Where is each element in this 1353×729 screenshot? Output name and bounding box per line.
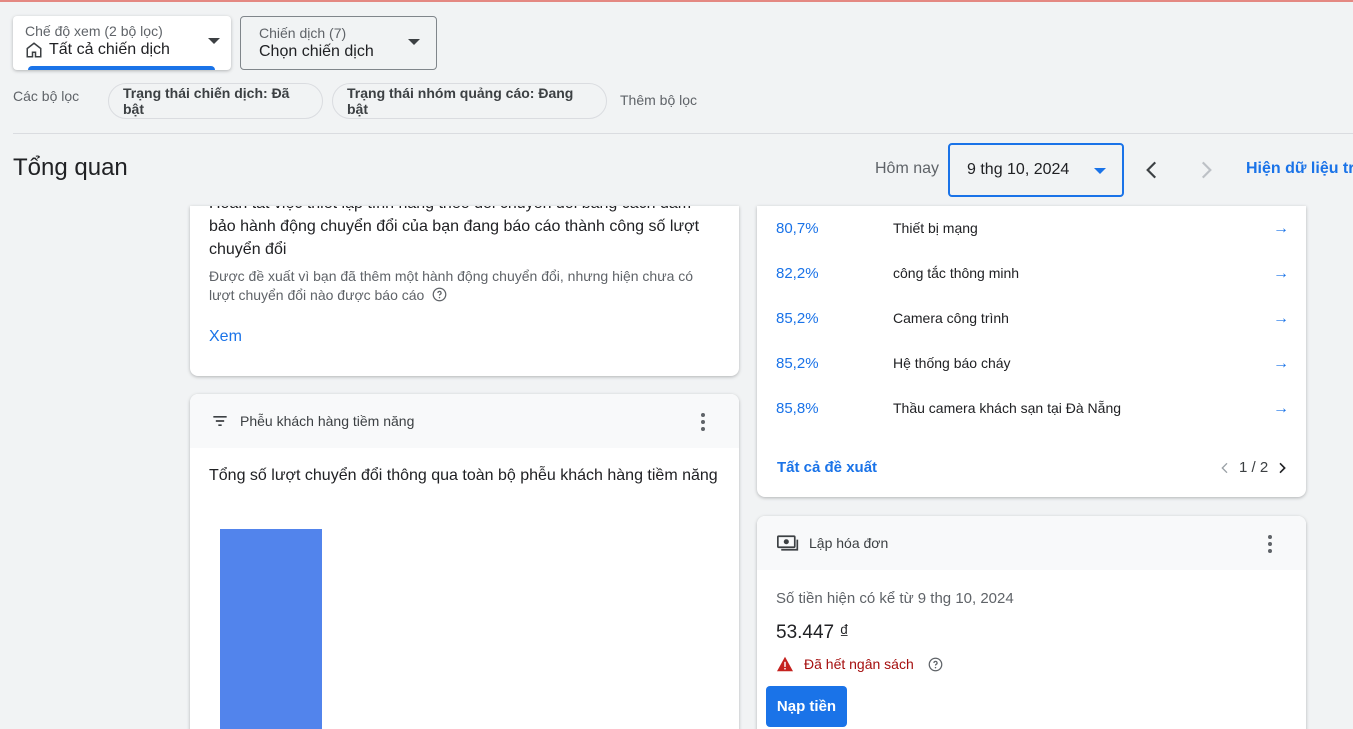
warning-icon	[777, 656, 793, 672]
recommendation-row[interactable]: 85,8% Thầu camera khách sạn tại Đà Nẵng →	[757, 400, 1306, 445]
divider	[13, 133, 1353, 134]
arrow-right-icon[interactable]: →	[1273, 265, 1289, 283]
recommendation-score: 85,2%	[776, 310, 819, 327]
add-filter-button[interactable]: Thêm bộ lọc	[620, 92, 697, 108]
pager: 1 / 2	[1217, 459, 1290, 476]
card-header-title: Phễu khách hàng tiềm năng	[240, 413, 415, 429]
recommendations-card: 80,7% Thiết bị mạng → 82,2% công tắc thông m…	[757, 206, 1306, 497]
recommendation-score: 82,2%	[776, 265, 819, 282]
recommendation-name: Thiết bị mạng	[893, 220, 978, 236]
view-selector-caption: Chế độ xem (2 bộ lọc)	[25, 23, 163, 39]
chevron-down-icon	[1094, 168, 1106, 174]
more-options-icon[interactable]	[1268, 535, 1272, 556]
pager-label: 1 / 2	[1239, 459, 1269, 476]
recommendation-score: 85,2%	[776, 355, 819, 372]
card-header: Lập hóa đơn	[757, 516, 1306, 570]
chevron-right-icon[interactable]	[1193, 157, 1219, 183]
filter-icon	[213, 416, 227, 426]
filter-chip-adgroup-status[interactable]: Trạng thái nhóm quảng cáo: Đang bật	[332, 83, 607, 119]
view-selector-value: Tất cả chiến dịch	[49, 41, 170, 58]
arrow-right-icon[interactable]: →	[1273, 220, 1289, 238]
filter-chip-campaign-status[interactable]: Trạng thái chiến dịch: Đã bật	[108, 83, 323, 119]
arrow-right-icon[interactable]: →	[1273, 310, 1289, 328]
all-recommendations-link[interactable]: Tất cả đề xuất	[777, 459, 877, 476]
help-icon[interactable]	[432, 287, 447, 302]
help-icon[interactable]	[928, 657, 943, 672]
card-title: Hoàn tất việc thiết lập tính năng theo d…	[209, 206, 700, 258]
campaign-selector-value: Chọn chiến dịch	[259, 43, 374, 60]
recommendation-name: Hệ thống báo cháy	[893, 355, 1011, 371]
chevron-right-icon[interactable]	[1274, 460, 1290, 476]
recommendation-score: 80,7%	[776, 220, 819, 237]
balance-label: Số tiền hiện có kể từ 9 thg 10, 2024	[776, 590, 1014, 607]
recommendation-score: 85,8%	[776, 400, 819, 417]
chevron-down-icon	[408, 39, 420, 45]
campaign-selector[interactable]: Chiến dịch (7) Chọn chiến dịch	[240, 16, 437, 70]
chevron-down-icon	[208, 38, 220, 44]
budget-status-text: Đã hết ngân sách	[804, 656, 914, 672]
card-header: Phễu khách hàng tiềm năng	[190, 394, 739, 448]
recommendation-name: công tắc thông minh	[893, 265, 1020, 281]
chevron-left-icon[interactable]	[1217, 460, 1233, 476]
recommendation-row[interactable]: 85,2% Camera công trình →	[757, 310, 1306, 355]
page-title: Tổng quan	[13, 154, 128, 181]
more-options-icon[interactable]	[701, 413, 705, 434]
lead-funnel-card: Phễu khách hàng tiềm năng Tổng số lượt c…	[190, 394, 739, 729]
card-description: Được đề xuất vì bạn đã thêm một hành độn…	[209, 268, 694, 303]
funnel-title: Tổng số lượt chuyển đổi thông qua toàn b…	[209, 467, 718, 484]
payments-icon	[777, 535, 799, 551]
recommendation-row[interactable]: 85,2% Hệ thống báo cháy →	[757, 355, 1306, 400]
chevron-left-icon[interactable]	[1139, 157, 1165, 183]
recommendation-name: Camera công trình	[893, 310, 1009, 326]
recommendation-row[interactable]: 80,7% Thiết bị mạng →	[757, 220, 1306, 265]
home-icon	[26, 42, 42, 58]
funnel-bar	[220, 529, 322, 729]
recommendation-row[interactable]: 82,2% công tắc thông minh →	[757, 265, 1306, 310]
arrow-right-icon[interactable]: →	[1273, 400, 1289, 418]
filters-label: Các bộ lọc	[13, 88, 80, 104]
arrow-right-icon[interactable]: →	[1273, 355, 1289, 373]
date-value: 9 thg 10, 2024	[967, 161, 1070, 178]
card-header-title: Lập hóa đơn	[809, 535, 889, 551]
budget-status: Đã hết ngân sách	[776, 656, 943, 672]
date-range-label: Hôm nay	[875, 160, 940, 177]
campaign-selector-caption: Chiến dịch (7)	[259, 25, 347, 41]
view-selector[interactable]: Chế độ xem (2 bộ lọc) Tất cả chiến dịch	[13, 16, 231, 70]
show-data-link[interactable]: Hiện dữ liệu trc	[1246, 160, 1353, 178]
billing-card: Lập hóa đơn Số tiền hiện có kể từ 9 thg …	[757, 516, 1306, 729]
topup-button[interactable]: Nạp tiền	[766, 686, 847, 727]
balance-amount: 53.447 ₫	[776, 622, 850, 643]
view-link[interactable]: Xem	[209, 328, 242, 346]
date-picker[interactable]: 9 thg 10, 2024	[948, 143, 1124, 197]
recommendation-name: Thầu camera khách sạn tại Đà Nẵng	[893, 400, 1122, 416]
top-accent-line	[0, 0, 1353, 2]
conversion-tracking-card: Hoàn tất việc thiết lập tính năng theo d…	[190, 206, 739, 376]
selected-indicator	[28, 66, 215, 70]
